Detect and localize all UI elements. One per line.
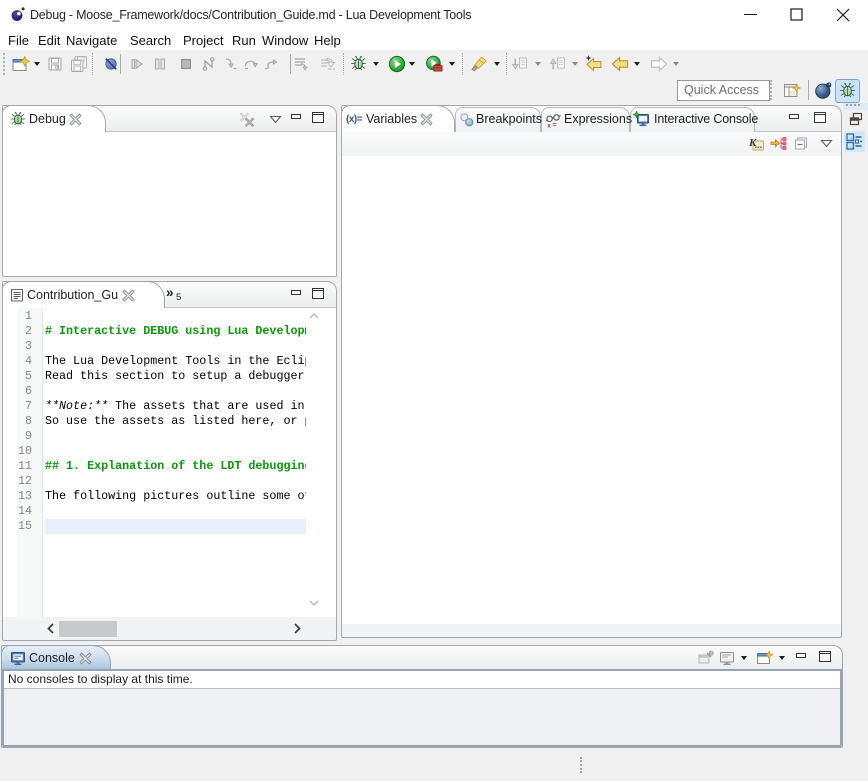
- svg-text:x: x: [547, 123, 551, 130]
- svg-text:=: =: [553, 122, 557, 129]
